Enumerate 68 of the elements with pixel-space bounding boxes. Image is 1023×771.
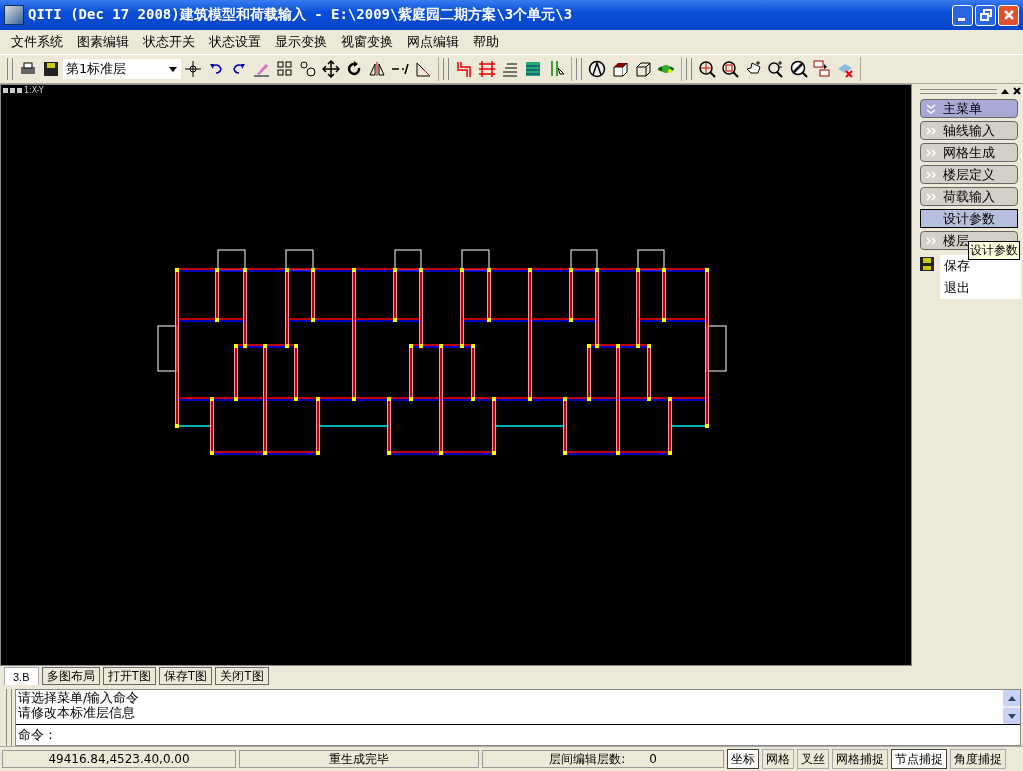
zoom-back-icon[interactable] [788,58,810,80]
coordinates-readout: 49416.84,4523.40,0.00 [2,750,236,768]
move-icon[interactable] [320,58,342,80]
side-menu-button[interactable]: 设计参数 [920,209,1018,228]
toggle-button[interactable]: 网格捕捉 [832,749,888,769]
save-icon [920,257,934,271]
command-item[interactable]: 退出 [944,277,1017,299]
chevron-right-icon [925,168,937,181]
zoom-out-icon[interactable] [719,58,741,80]
compass-icon[interactable] [586,58,608,80]
side-menu-button[interactable]: 荷载输入 [920,187,1018,206]
menu-item[interactable]: 文件系统 [4,33,70,51]
tooltip: 设计参数 [968,241,1020,260]
menu-item[interactable]: 图素编辑 [70,33,136,51]
collapse-icon[interactable] [1001,88,1009,94]
toggle-button[interactable]: 坐标 [727,749,759,769]
minimize-icon [957,17,965,21]
maximize-button[interactable] [975,4,996,26]
chevron-right-icon [925,146,937,159]
layer-count-label: 层间编辑层数: [549,750,626,768]
window-title: QITI (Dec 17 2008)建筑模型和荷载输入 - E:\2009\紫庭园二期方案\3个单元\3 [28,6,574,24]
view-button[interactable]: 保存T图 [158,667,213,685]
ladder-icon[interactable] [476,58,498,80]
view-button[interactable]: 打开T图 [102,667,156,685]
toggle-button[interactable]: 角度捕捉 [950,749,1006,769]
view-label: 1:X-Y [24,86,44,95]
menu-item[interactable]: 状态开关 [136,33,202,51]
scroll-up-icon[interactable] [1007,695,1016,701]
side-menu-button[interactable]: 网格生成 [920,143,1018,162]
toggle-button[interactable]: 网格 [762,749,794,769]
chevron-right-icon [925,234,937,247]
chevron-down-icon [925,102,937,115]
menu-item[interactable]: 网点编辑 [400,33,466,51]
log-line: 请选择菜单/输入命令 [18,690,141,705]
view-icon [3,87,23,94]
view-button[interactable]: 关闭T图 [215,667,269,685]
windows-icon[interactable] [811,58,833,80]
side-menu-button[interactable]: 楼层定义 [920,165,1018,184]
crosshair-icon[interactable] [182,58,204,80]
chevron-right-icon [925,124,937,137]
drawing-canvas[interactable]: 1:X-Y [0,84,912,666]
chevron-right-icon [925,190,937,203]
view-tab[interactable]: 3.B [4,667,39,685]
menu-item[interactable]: 帮助 [466,33,506,51]
menu-item[interactable]: 视窗变换 [334,33,400,51]
side-menu-button[interactable]: 主菜单 [920,99,1018,118]
side-menu-button[interactable]: 轴线输入 [920,121,1018,140]
close-icon [1002,9,1015,21]
view-button[interactable]: 多图布局 [41,667,100,685]
toggle-button[interactable]: 叉丝 [797,749,829,769]
layer-count: 0 [649,752,657,766]
close-icon[interactable] [1013,87,1021,95]
floor-dropdown[interactable]: 第1标准层 [63,59,181,79]
log-line: 请修改本标准层信息 [18,705,136,720]
menu-item[interactable]: 状态设置 [202,33,268,51]
zoom-in-icon[interactable] [696,58,718,80]
dropdown-arrow-icon [168,64,178,74]
circles-icon[interactable] [297,58,319,80]
scrollbar[interactable] [1003,690,1020,724]
app-icon [4,5,24,25]
scroll-down-icon[interactable] [1007,713,1016,719]
menu-item[interactable]: 显示变换 [268,33,334,51]
command-field[interactable]: 命令： [16,725,1020,745]
status-message: 重生成完毕 [239,750,479,768]
close-button[interactable] [998,4,1019,26]
maximize-icon [979,9,992,21]
minimize-button[interactable] [952,4,973,26]
toggle-button[interactable]: 节点捕捉 [891,749,947,769]
